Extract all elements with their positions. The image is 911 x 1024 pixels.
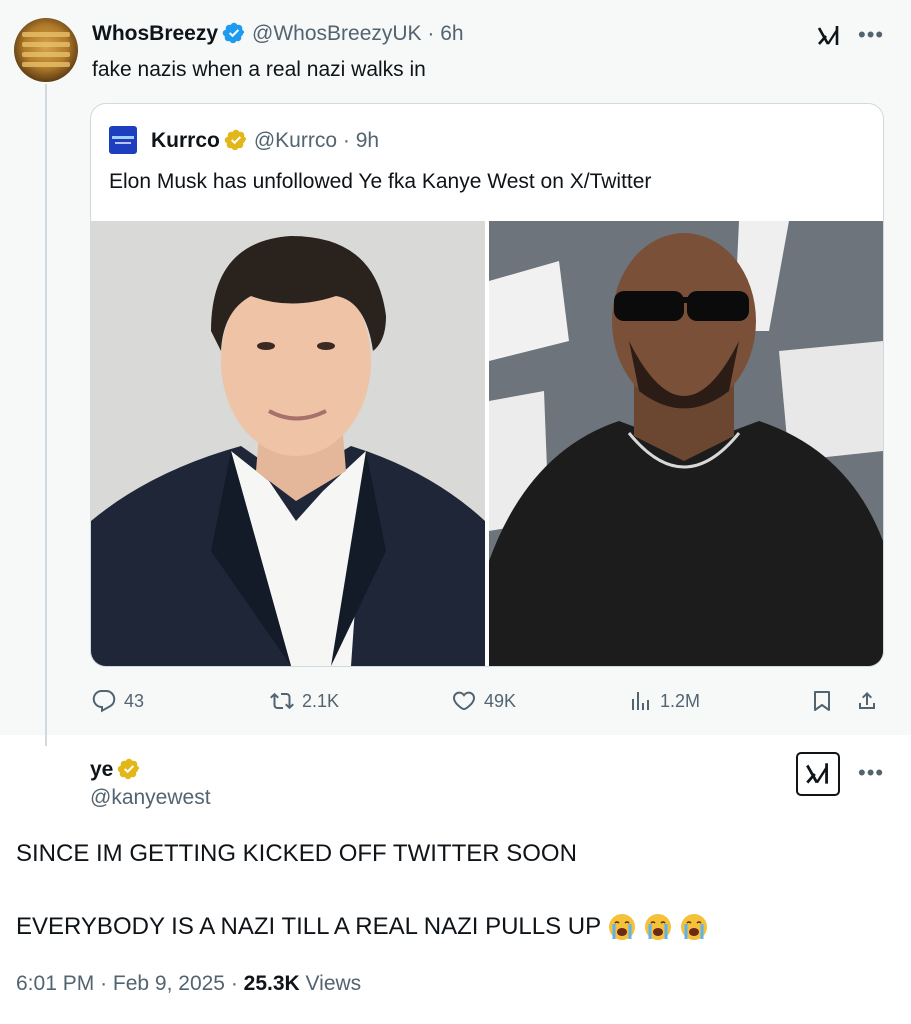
loudly-crying-face-icon [609,914,636,940]
quoted-tweet-time: · 9h [342,129,380,152]
photo-right[interactable] [489,221,883,666]
tweet-actions: 43 2.1K 49K 1.2M [0,686,911,716]
tweet-meta: 6:01 PM · Feb 9, 2025 · 25.3K Views [16,972,362,995]
share-icon [859,692,875,709]
grok-icon [806,763,828,784]
bookmark-button[interactable] [810,686,834,716]
repost-icon [270,692,294,710]
author-handle[interactable]: @WhosBreezyUK · 6h [252,22,464,45]
author-handle-ye[interactable]: @kanyewest [90,786,211,810]
verified-gold-badge-icon [224,129,247,151]
tweet-text-line-2-text: EVERYBODY IS A NAZI TILL A REAL NAZI PUL… [16,913,602,940]
like-button[interactable]: 49K [452,686,516,716]
tweet-text: fake nazis when a real nazi walks in [92,58,426,81]
like-count: 49K [484,690,517,711]
quoted-author-name[interactable]: Kurrco [151,129,220,152]
views-button[interactable]: 1.2M [628,686,700,716]
author-name[interactable]: WhosBreezy [92,22,218,45]
grok-icon[interactable] [815,22,843,50]
top-tweet-header: WhosBreezy @WhosBreezyUK · 6h [92,21,464,47]
thread-line [45,84,47,746]
quoted-tweet-text: Elon Musk has unfollowed Ye fka Kanye We… [109,170,652,193]
bookmark-icon [814,691,830,711]
quoted-tweet-header: Kurrco @Kurrco · 9h [151,128,379,153]
more-icon[interactable]: ••• [858,22,884,48]
tweet-view-count: 25.3K [243,972,300,995]
verified-gold-badge-icon [118,758,140,780]
reply-button[interactable]: 43 [92,686,144,716]
whosbreezy-avatar[interactable] [14,18,78,82]
loudly-crying-face-icon [681,914,708,940]
reply-icon [92,690,116,713]
tweet-date[interactable]: Feb 9, 2025 [113,972,225,995]
tweet-views-label: Views [305,972,362,995]
photo-left[interactable] [91,221,485,666]
more-icon[interactable]: ••• [858,760,884,786]
heart-icon [452,691,476,711]
author-name-ye[interactable]: ye [90,758,113,781]
views-count: 1.2M [660,690,701,711]
quoted-author-handle[interactable]: @Kurrco · 9h [254,129,379,152]
tweet-text-line-1: SINCE IM GETTING KICKED OFF TWITTER SOON [16,840,577,867]
tweet-time-full[interactable]: 6:01 PM [16,972,94,995]
top-tweet: WhosBreezy @WhosBreezyUK · 6h fake nazis … [0,0,911,746]
tweet-text-line-2: EVERYBODY IS A NAZI TILL A REAL NAZI PUL… [16,912,709,942]
repost-count: 2.1K [302,690,340,711]
share-button[interactable] [855,686,879,716]
verified-badge-icon [222,22,245,44]
kurrco-avatar[interactable] [109,126,137,154]
grok-button[interactable] [796,752,840,796]
loudly-crying-face-icon [645,914,672,940]
repost-button[interactable]: 2.1K [270,686,339,716]
bottom-author: ye [90,757,141,782]
tweet-time: · 6h [427,22,464,45]
analytics-icon [632,692,649,710]
reply-count: 43 [124,690,145,711]
quoted-tweet-media [91,221,883,666]
quoted-tweet-card[interactable]: Kurrco @Kurrco · 9h Elon Musk has unfollo… [90,103,884,667]
